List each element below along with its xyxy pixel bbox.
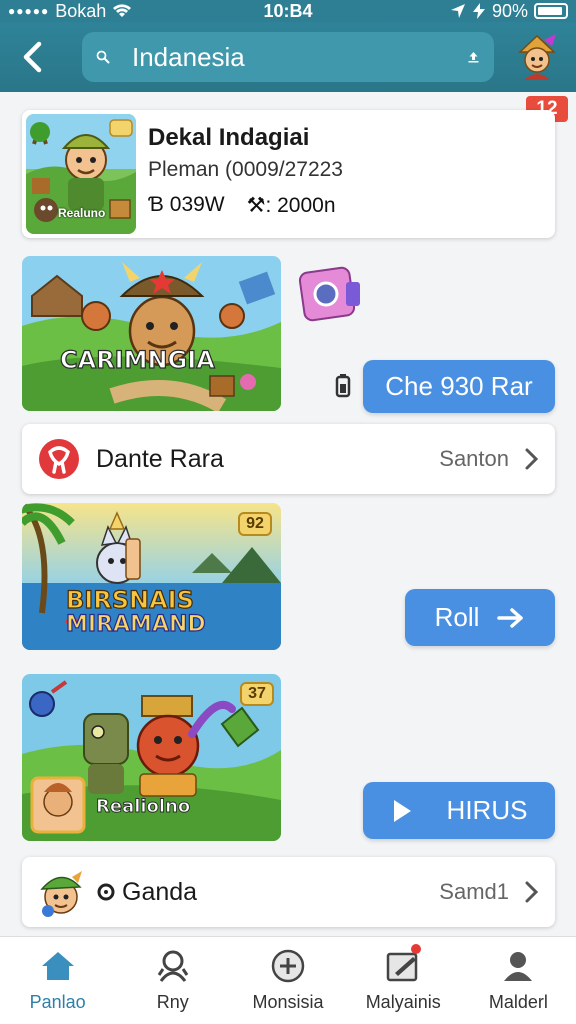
- nav-add[interactable]: Monsisia: [230, 937, 345, 1024]
- list-item-title: Dante Rara: [96, 444, 224, 473]
- stat-tools: ⚒: 2000n: [246, 194, 336, 217]
- bottom-navigation: Panlao Rny Monsisia Malyainis Malderl: [0, 936, 576, 1024]
- game-art-label: Realiolno: [96, 796, 191, 818]
- gift-box-icon: [298, 266, 360, 322]
- roll-button-label: Roll: [434, 602, 480, 632]
- refresh-icon: [97, 883, 115, 901]
- back-button[interactable]: [0, 22, 64, 92]
- charging-icon: [472, 3, 485, 19]
- app-header: [0, 22, 576, 92]
- nav-profile[interactable]: Malderl: [461, 937, 576, 1024]
- list-item-ganda[interactable]: Ganda Samd1: [22, 857, 555, 927]
- level-badge: 37: [240, 682, 274, 706]
- play-icon: [393, 799, 411, 822]
- user-icon: [498, 948, 538, 984]
- battery-small-icon: [335, 374, 351, 398]
- stat-power: Ɓ 039W: [148, 193, 225, 216]
- game2-roll-button[interactable]: Roll: [405, 589, 555, 646]
- upload-icon[interactable]: [467, 44, 480, 70]
- chevron-right-icon: [525, 448, 539, 470]
- game-art-title-line1: BIRSNAIS: [65, 585, 194, 614]
- nav-add-label: Monsisia: [252, 992, 324, 1012]
- character-icon: [153, 948, 193, 984]
- character-avatar-icon: [40, 871, 82, 917]
- featured-game-meta: Pleman (0009/27223: [148, 158, 343, 181]
- plus-circle-icon: [268, 948, 308, 984]
- nav-messages-label: Malyainis: [365, 992, 441, 1012]
- carrier-label: Bokah: [55, 0, 107, 21]
- game-art-title-line2: MIRAMAND: [65, 611, 206, 637]
- nav-profile-label: Malderl: [488, 992, 548, 1012]
- wifi-icon: [113, 4, 132, 17]
- game1-action-button[interactable]: Che 930 Rar: [363, 360, 555, 413]
- nav-home-label: Panlao: [29, 992, 86, 1012]
- clock: 10:B4: [263, 0, 313, 21]
- chevron-right-icon: [525, 881, 539, 903]
- game-art-title: CARIMNGIA: [59, 345, 215, 374]
- battery-percent: 90%: [491, 0, 528, 21]
- play-button-label: HIRUS: [446, 795, 528, 825]
- level-badge: 92: [238, 512, 272, 536]
- nav-messages[interactable]: Malyainis: [346, 937, 461, 1024]
- profile-avatar[interactable]: [514, 32, 560, 80]
- list-item-title: Ganda: [122, 877, 198, 906]
- location-icon: [450, 4, 465, 18]
- featured-thumb-label: Realuno: [58, 206, 106, 220]
- status-bar: ●●●●● Bokah 10:B4 90%: [0, 0, 576, 22]
- featured-game-stats: Ɓ 039W ⚒: 2000n: [148, 193, 336, 218]
- edit-icon: [383, 944, 423, 984]
- home-icon: [38, 948, 78, 984]
- nav-play-label: Rny: [156, 992, 189, 1012]
- search-bar[interactable]: [82, 32, 494, 82]
- search-icon: [96, 50, 110, 64]
- featured-game-title: Dekal Indagiai: [148, 124, 310, 151]
- list-item-status: Samd1: [439, 879, 509, 904]
- chevron-left-icon: [23, 41, 42, 73]
- list-item-dante-rara[interactable]: Dante Rara Santon: [22, 424, 555, 494]
- list-item-status: Santon: [439, 446, 509, 471]
- nav-home[interactable]: Panlao: [0, 937, 115, 1024]
- signal-icon: ●●●●●: [8, 4, 50, 18]
- battery-icon: [534, 3, 568, 19]
- game3-play-button[interactable]: HIRUS: [363, 782, 555, 839]
- app-logo-icon: [39, 439, 79, 479]
- arrow-right-icon: [497, 607, 524, 628]
- nav-play[interactable]: Rny: [115, 937, 230, 1024]
- search-input[interactable]: [132, 41, 467, 73]
- game-banner-carimngia[interactable]: [22, 256, 281, 411]
